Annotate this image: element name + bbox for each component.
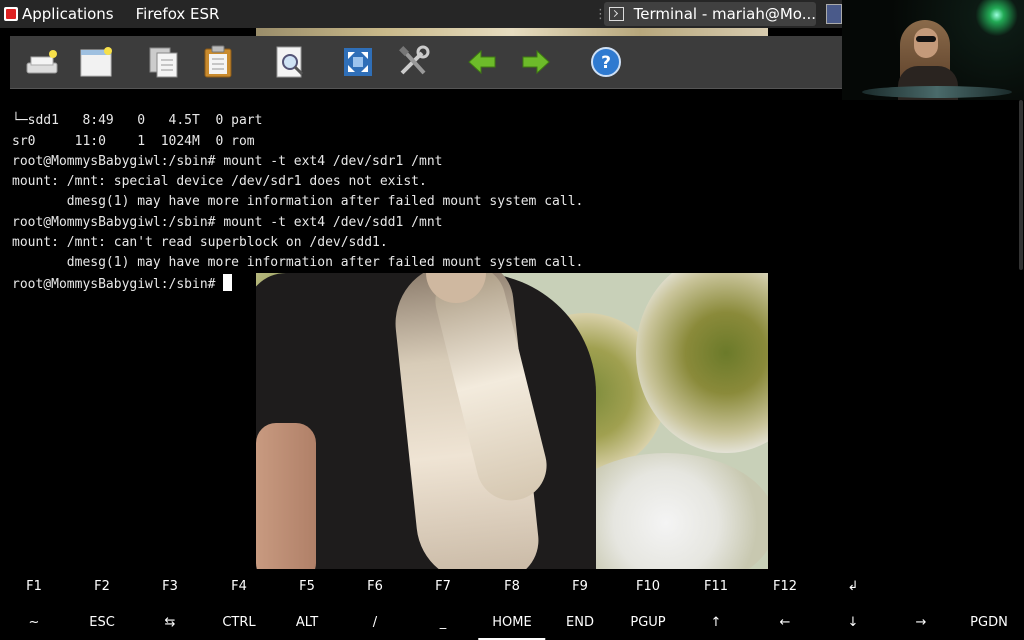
key-left[interactable]: ← <box>780 608 791 636</box>
video-person-face <box>914 28 938 58</box>
key-pgdn[interactable]: PGDN <box>970 608 1008 636</box>
new-window-icon[interactable] <box>78 44 114 80</box>
special-key-row: ~ ESC ⇆ CTRL ALT / _ HOME END PGUP ↑ ← ↓… <box>0 608 1024 640</box>
key-f4[interactable]: F4 <box>231 572 247 600</box>
key-home[interactable]: HOME <box>478 608 547 640</box>
key-down[interactable]: ↓ <box>848 608 859 636</box>
terminal-line: mount: /mnt: can't read superblock on /d… <box>12 235 388 251</box>
new-connection-icon[interactable] <box>24 44 60 80</box>
background-photo <box>256 273 768 569</box>
terminal-scrollbar[interactable] <box>1019 100 1023 270</box>
terminal-line: sr0 11:0 1 1024M 0 rom <box>12 133 255 149</box>
key-underscore[interactable]: _ <box>440 608 447 636</box>
video-car-hood <box>862 86 1012 98</box>
key-slash[interactable]: / <box>373 608 377 636</box>
terminal-cursor <box>223 273 233 291</box>
key-tilde[interactable]: ~ <box>29 608 40 636</box>
terminal-line: dmesg(1) may have more information after… <box>12 194 584 210</box>
terminal-line: mount: /mnt: special device /dev/sdr1 do… <box>12 174 427 190</box>
key-up[interactable]: ↑ <box>711 608 722 636</box>
key-f5[interactable]: F5 <box>299 572 315 600</box>
video-person-sunglasses <box>916 36 936 42</box>
applications-menu[interactable]: Applications <box>22 5 114 23</box>
key-f1[interactable]: F1 <box>26 572 42 600</box>
key-f3[interactable]: F3 <box>162 572 178 600</box>
taskbar-terminal-button[interactable]: Terminal - mariah@Mo... <box>604 2 816 26</box>
paste-icon[interactable] <box>200 44 236 80</box>
key-esc[interactable]: ESC <box>89 608 115 636</box>
key-ctrl[interactable]: CTRL <box>222 608 255 636</box>
tray-app-icon[interactable] <box>826 4 842 24</box>
top-panel: Applications Firefox ESR ⋮ Terminal - ma… <box>0 0 842 28</box>
svg-text:?: ? <box>601 53 611 73</box>
key-f9[interactable]: F9 <box>572 572 588 600</box>
key-f10[interactable]: F10 <box>636 572 660 600</box>
back-icon[interactable] <box>464 44 500 80</box>
terminal-prompt: root@MommysBabygiwl:/sbin# <box>12 276 224 292</box>
terminal-toolbar: ? <box>10 36 842 89</box>
key-pgup[interactable]: PGUP <box>630 608 665 636</box>
preferences-icon[interactable] <box>395 44 431 80</box>
key-alt[interactable]: ALT <box>296 608 318 636</box>
fullscreen-icon[interactable] <box>340 44 376 80</box>
key-right[interactable]: → <box>916 608 927 636</box>
background-image-strip <box>256 28 768 36</box>
forward-icon[interactable] <box>518 44 554 80</box>
key-enter[interactable]: ↲ <box>848 572 859 600</box>
taskbar-terminal-label: Terminal - mariah@Mo... <box>633 5 816 23</box>
terminal-line: └─sdd1 8:49 0 4.5T 0 part <box>12 113 263 129</box>
copy-icon[interactable] <box>146 44 182 80</box>
key-f11[interactable]: F11 <box>704 572 728 600</box>
key-f8[interactable]: F8 <box>504 572 520 600</box>
key-f7[interactable]: F7 <box>435 572 451 600</box>
firefox-launcher[interactable]: Firefox ESR <box>136 5 220 23</box>
function-key-row: F1 F2 F3 F4 F5 F6 F7 F8 F9 F10 F11 F12 ↲ <box>0 572 1024 600</box>
key-tab[interactable]: ⇆ <box>165 608 176 636</box>
key-end[interactable]: END <box>566 608 594 636</box>
terminal-icon <box>609 7 624 21</box>
help-icon[interactable]: ? <box>588 44 624 80</box>
applications-menu-icon[interactable] <box>4 7 18 21</box>
key-f12[interactable]: F12 <box>773 572 797 600</box>
photo-arm <box>256 423 316 569</box>
terminal-line: root@MommysBabygiwl:/sbin# mount -t ext4… <box>12 153 443 169</box>
key-f6[interactable]: F6 <box>367 572 383 600</box>
terminal-line: dmesg(1) may have more information after… <box>12 255 584 271</box>
find-icon[interactable] <box>272 44 308 80</box>
video-thumbnail[interactable] <box>842 0 1024 100</box>
key-f2[interactable]: F2 <box>94 572 110 600</box>
terminal-line: root@MommysBabygiwl:/sbin# mount -t ext4… <box>12 214 443 230</box>
